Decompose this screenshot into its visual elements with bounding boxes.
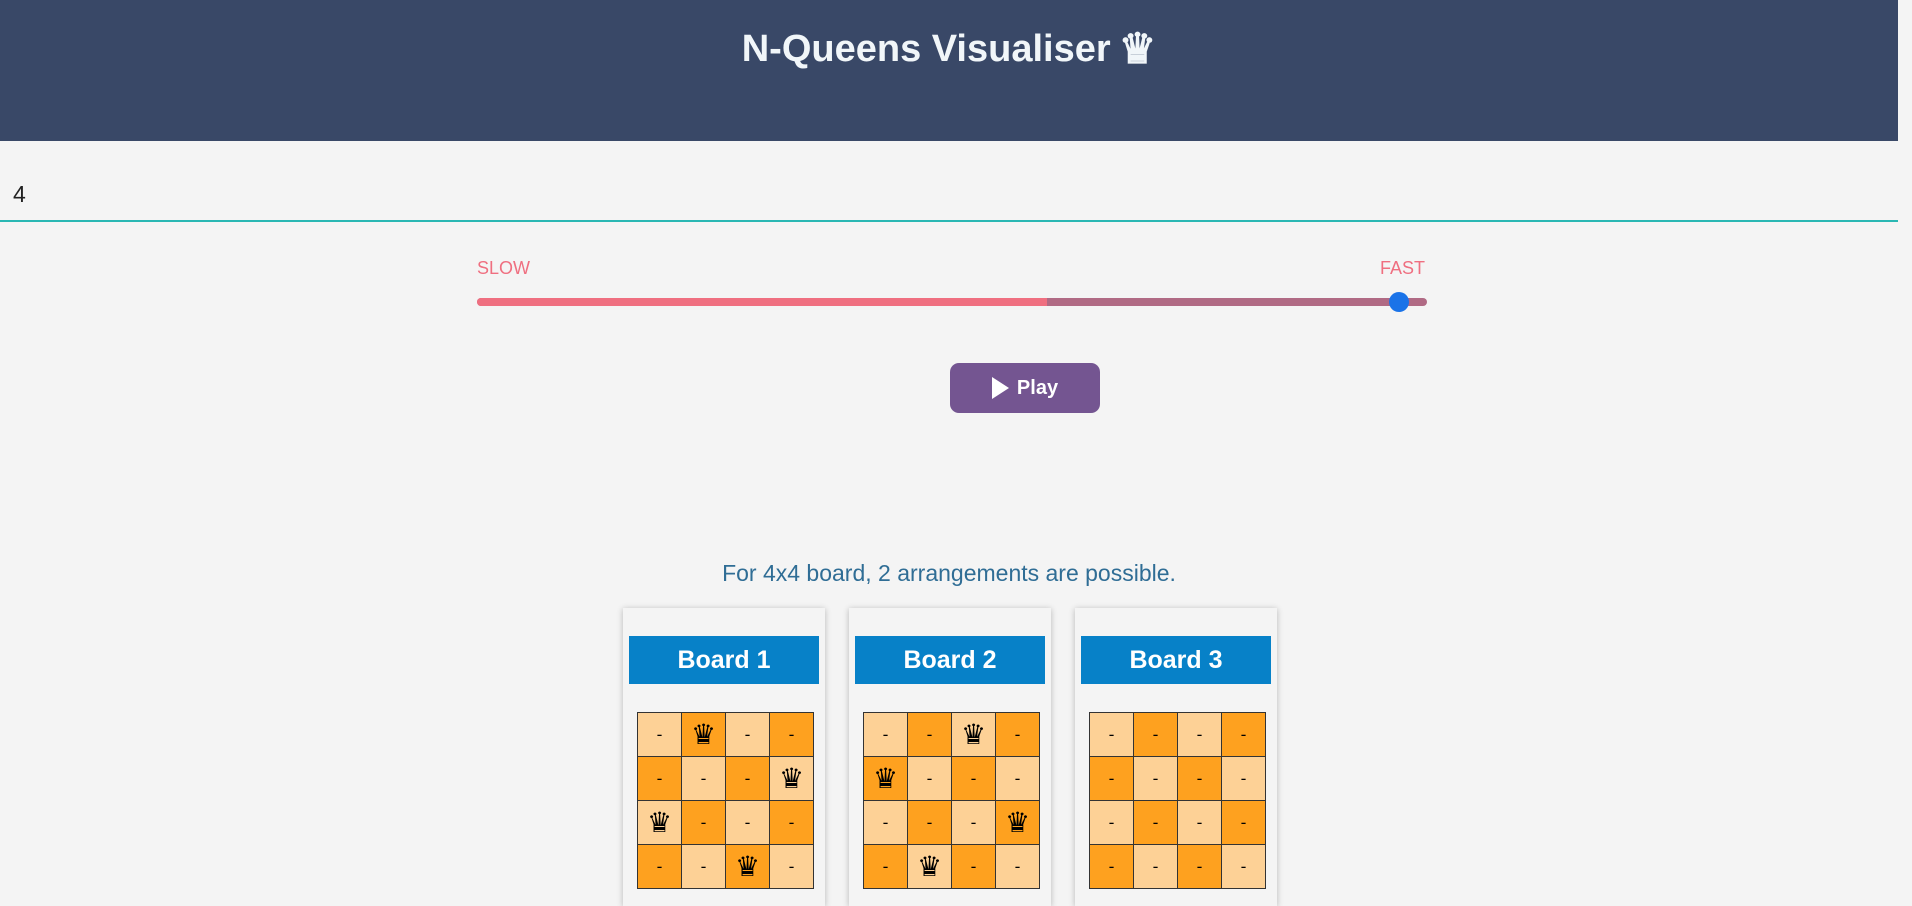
chess-board: - - ♛ - ♛ - - - - - - ♛ - ♛ - -: [863, 712, 1040, 889]
board-cell: -: [1089, 844, 1134, 889]
board-title: Board 2: [855, 636, 1045, 684]
board-row: ♛ - - -: [637, 800, 814, 845]
board-cell: -: [637, 712, 682, 757]
chess-board: - ♛ - - - - - ♛ ♛ - - - - - ♛ -: [637, 712, 814, 889]
play-button-label: Play: [1016, 376, 1059, 399]
app-header: N-Queens Visualiser ♛: [0, 0, 1898, 141]
speed-slider-fill: [477, 298, 1047, 306]
board-row: ----: [1089, 712, 1266, 757]
board-cell: -: [1133, 756, 1178, 801]
board-cell: -: [907, 756, 952, 801]
page-title-text: N-Queens Visualiser: [741, 28, 1111, 70]
speed-fast-label: FAST: [1380, 258, 1426, 278]
board-cell: -: [907, 800, 952, 845]
queen-icon: ♛: [681, 712, 726, 757]
queen-icon: ♛: [769, 756, 814, 801]
board-row: ♛ - - -: [863, 756, 1040, 801]
board-cell: -: [1221, 756, 1266, 801]
play-button[interactable]: Play: [950, 363, 1100, 413]
board-title: Board 3: [1081, 636, 1271, 684]
board-row: - - - ♛: [637, 756, 814, 801]
board-row: ----: [1089, 800, 1266, 845]
board-cell: -: [769, 712, 814, 757]
board-cell: -: [1177, 712, 1222, 757]
speed-slider-thumb[interactable]: [1388, 292, 1409, 312]
play-icon: [991, 377, 1009, 399]
board-card-3: Board 3 ----------------: [1075, 608, 1277, 906]
board-size-input[interactable]: [0, 168, 1898, 222]
board-row: ----: [1089, 756, 1266, 801]
queen-icon: ♛: [995, 800, 1040, 845]
board-row: ----: [1089, 844, 1266, 889]
board-card-1: Board 1 - ♛ - - - - - ♛ ♛ - - - - - ♛ -: [623, 608, 825, 906]
board-title: Board 1: [629, 636, 819, 684]
board-cell: -: [1177, 756, 1222, 801]
queen-icon: ♛: [725, 844, 770, 889]
board-cell: -: [995, 844, 1040, 889]
board-cell: -: [995, 756, 1040, 801]
queen-icon: ♛: [951, 712, 996, 757]
speed-slow-label: SLOW: [477, 258, 531, 278]
queen-icon: ♛: [863, 756, 908, 801]
board-cell: -: [637, 756, 682, 801]
board-cell: -: [1133, 712, 1178, 757]
board-cell: -: [951, 756, 996, 801]
board-cell: -: [951, 800, 996, 845]
board-cell: -: [681, 800, 726, 845]
page-title: N-Queens Visualiser ♛: [0, 22, 1898, 72]
queen-icon: ♛: [637, 800, 682, 845]
board-cell: -: [1177, 800, 1222, 845]
board-cell: -: [681, 756, 726, 801]
board-card-2: Board 2 - - ♛ - ♛ - - - - - - ♛ - ♛ - -: [849, 608, 1051, 906]
board-row: - - - ♛: [863, 800, 1040, 845]
board-cell: -: [725, 800, 770, 845]
board-cell: -: [637, 844, 682, 889]
board-cell: -: [1089, 756, 1134, 801]
board-cell: -: [1133, 800, 1178, 845]
board-cell: -: [1221, 712, 1266, 757]
board-cell: -: [769, 800, 814, 845]
board-cell: -: [863, 844, 908, 889]
speed-slider[interactable]: [477, 292, 1427, 312]
board-cell: -: [995, 712, 1040, 757]
board-cell: -: [907, 712, 952, 757]
board-cell: -: [725, 756, 770, 801]
board-cell: -: [1133, 844, 1178, 889]
board-cell: -: [1089, 712, 1134, 757]
chess-board: ----------------: [1089, 712, 1266, 889]
board-cell: -: [863, 712, 908, 757]
queen-icon: ♛: [907, 844, 952, 889]
board-row: - - ♛ -: [863, 712, 1040, 757]
board-cell: -: [1089, 800, 1134, 845]
board-row: - - ♛ -: [637, 844, 814, 889]
board-cell: -: [863, 800, 908, 845]
board-cell: -: [725, 712, 770, 757]
result-message: For 4x4 board, 2 arrangements are possib…: [722, 560, 1176, 586]
board-cell: -: [1221, 800, 1266, 845]
board-cell: -: [681, 844, 726, 889]
board-row: - ♛ - -: [637, 712, 814, 757]
board-cell: -: [1177, 844, 1222, 889]
board-cell: -: [951, 844, 996, 889]
board-cell: -: [769, 844, 814, 889]
board-row: - ♛ - -: [863, 844, 1040, 889]
board-cell: -: [1221, 844, 1266, 889]
crown-icon: ♛: [1118, 25, 1157, 72]
